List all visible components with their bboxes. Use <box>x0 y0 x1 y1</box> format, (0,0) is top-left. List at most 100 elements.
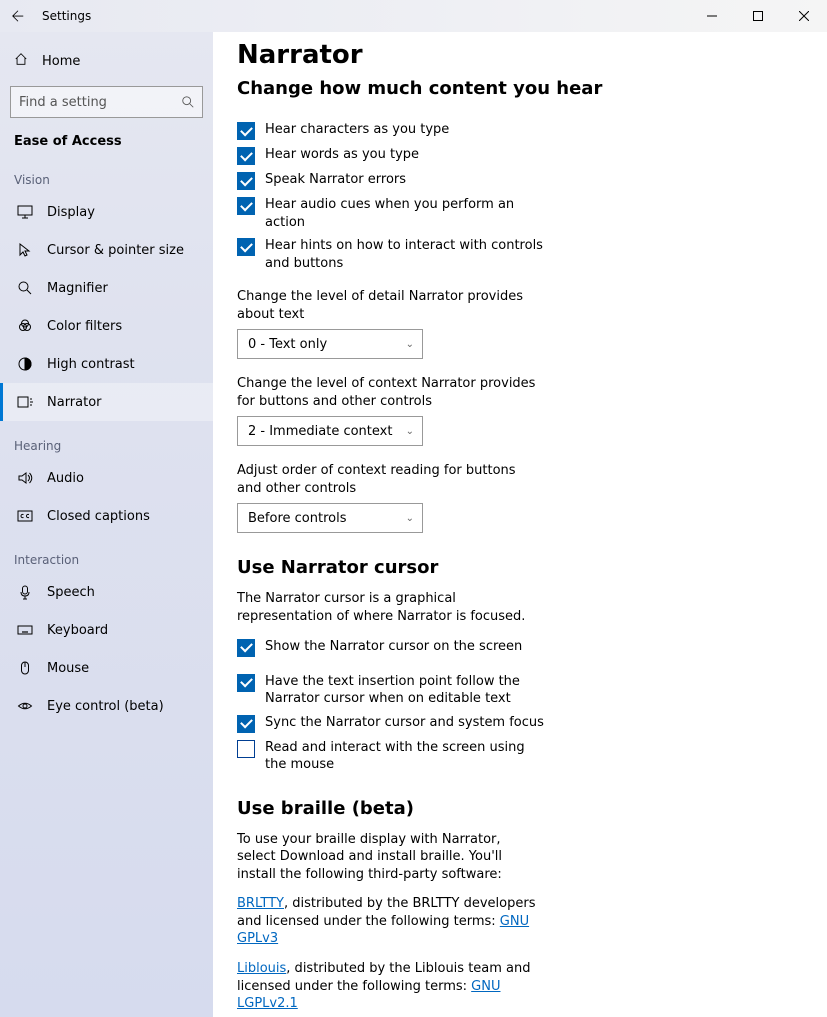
sidebar-group-label: Vision <box>0 155 213 193</box>
hear-option-checkbox[interactable] <box>237 238 255 256</box>
sidebar-item-label: High contrast <box>47 357 135 372</box>
hear-option-label: Hear audio cues when you perform an acti… <box>265 196 547 231</box>
narrator-icon <box>17 394 33 410</box>
titlebar: Settings <box>0 0 827 32</box>
home-icon <box>14 52 28 70</box>
sidebar-item-audio[interactable]: Audio <box>0 459 213 497</box>
sidebar-item-label: Closed captions <box>47 509 150 524</box>
braille-brltty-line: BRLTTY, distributed by the BRLTTY develo… <box>237 895 537 948</box>
hear-option-checkbox[interactable] <box>237 147 255 165</box>
chevron-down-icon: ⌄ <box>406 426 414 437</box>
hear-option-row: Speak Narrator errors <box>237 171 547 190</box>
label-context-order: Adjust order of context reading for butt… <box>237 462 537 497</box>
link-liblouis[interactable]: Liblouis <box>237 961 286 976</box>
sidebar-item-narrator[interactable]: Narrator <box>0 383 213 421</box>
page-title: Narrator <box>237 40 803 70</box>
sidebar-item-cursor[interactable]: Cursor & pointer size <box>0 231 213 269</box>
sidebar-item-colorfilters[interactable]: Color filters <box>0 307 213 345</box>
back-button[interactable] <box>0 0 36 32</box>
cursor-option-checkbox[interactable] <box>237 674 255 692</box>
cursor-option-label: Have the text insertion point follow the… <box>265 673 547 708</box>
sidebar-item-label: Cursor & pointer size <box>47 243 184 258</box>
hear-option-label: Hear words as you type <box>265 146 419 164</box>
sidebar-item-eyecontrol[interactable]: Eye control (beta) <box>0 687 213 725</box>
home-button[interactable]: Home <box>0 42 213 80</box>
hear-option-label: Hear characters as you type <box>265 121 449 139</box>
hear-option-checkbox[interactable] <box>237 122 255 140</box>
sidebar-item-label: Eye control (beta) <box>47 699 164 714</box>
sidebar-item-cc[interactable]: Closed captions <box>0 497 213 535</box>
chevron-down-icon: ⌄ <box>406 339 414 350</box>
section-braille: Use braille (beta) <box>237 798 803 819</box>
select-value: 0 - Text only <box>248 337 327 352</box>
cursor-option-row: Read and interact with the screen using … <box>237 739 547 774</box>
select-context-level[interactable]: 2 - Immediate context ⌄ <box>237 416 423 446</box>
label-detail-level: Change the level of detail Narrator prov… <box>237 288 537 323</box>
search-input[interactable] <box>10 86 203 118</box>
window-title: Settings <box>42 9 91 23</box>
sidebar-item-label: Speech <box>47 585 95 600</box>
cursor-option-checkbox[interactable] <box>237 639 255 657</box>
hear-option-row: Hear hints on how to interact with contr… <box>237 237 547 272</box>
cursor-option-row: Have the text insertion point follow the… <box>237 673 547 708</box>
close-button[interactable] <box>781 0 827 32</box>
minimize-button[interactable] <box>689 0 735 32</box>
hear-option-row: Hear characters as you type <box>237 121 547 140</box>
sidebar-item-label: Magnifier <box>47 281 108 296</box>
sidebar-item-display[interactable]: Display <box>0 193 213 231</box>
cursor-option-label: Sync the Narrator cursor and system focu… <box>265 714 544 732</box>
sidebar-group-label: Interaction <box>0 535 213 573</box>
colorfilters-icon <box>17 318 33 334</box>
mouse-icon <box>17 660 33 676</box>
select-context-order[interactable]: Before controls ⌄ <box>237 503 423 533</box>
audio-icon <box>17 470 33 486</box>
braille-liblouis-line: Liblouis, distributed by the Liblouis te… <box>237 960 537 1013</box>
sidebar-item-keyboard[interactable]: Keyboard <box>0 611 213 649</box>
cc-icon <box>17 508 33 524</box>
link-brltty[interactable]: BRLTTY <box>237 896 284 911</box>
sidebar-item-label: Keyboard <box>47 623 108 638</box>
hear-option-label: Hear hints on how to interact with contr… <box>265 237 547 272</box>
select-value: Before controls <box>248 511 346 526</box>
label-context-level: Change the level of context Narrator pro… <box>237 375 537 410</box>
section-narrator-cursor: Use Narrator cursor <box>237 557 803 578</box>
content-area: Narrator Change how much content you hea… <box>213 32 827 1017</box>
sidebar-item-speech[interactable]: Speech <box>0 573 213 611</box>
sidebar-item-highcontrast[interactable]: High contrast <box>0 345 213 383</box>
sidebar-group-label: Hearing <box>0 421 213 459</box>
hear-option-label: Speak Narrator errors <box>265 171 406 189</box>
sidebar: Home Ease of Access Vision Display Cursor … <box>0 32 213 1017</box>
cursor-option-checkbox[interactable] <box>237 715 255 733</box>
home-label: Home <box>42 54 80 69</box>
chevron-down-icon: ⌄ <box>406 513 414 524</box>
sidebar-item-label: Mouse <box>47 661 89 676</box>
select-value: 2 - Immediate context <box>248 424 392 439</box>
magnifier-icon <box>17 280 33 296</box>
search-icon <box>181 94 195 113</box>
keyboard-icon <box>17 622 33 638</box>
cursor-icon <box>17 242 33 258</box>
cursor-option-row: Sync the Narrator cursor and system focu… <box>237 714 547 733</box>
window-controls <box>689 0 827 32</box>
sidebar-item-label: Audio <box>47 471 84 486</box>
select-detail-level[interactable]: 0 - Text only ⌄ <box>237 329 423 359</box>
cursor-option-label: Read and interact with the screen using … <box>265 739 547 774</box>
highcontrast-icon <box>17 356 33 372</box>
hear-option-row: Hear audio cues when you perform an acti… <box>237 196 547 231</box>
speech-icon <box>17 584 33 600</box>
sidebar-item-label: Color filters <box>47 319 122 334</box>
sidebar-item-label: Display <box>47 205 95 220</box>
monitor-icon <box>17 204 33 220</box>
cursor-option-checkbox[interactable] <box>237 740 255 758</box>
cursor-option-label: Show the Narrator cursor on the screen <box>265 638 522 656</box>
sidebar-item-magnifier[interactable]: Magnifier <box>0 269 213 307</box>
braille-intro: To use your braille display with Narrato… <box>237 831 537 884</box>
eye-icon <box>17 698 33 714</box>
cursor-option-row: Show the Narrator cursor on the screen <box>237 638 547 657</box>
section-content-hear: Change how much content you hear <box>237 78 803 99</box>
hear-option-checkbox[interactable] <box>237 197 255 215</box>
maximize-button[interactable] <box>735 0 781 32</box>
sidebar-item-mouse[interactable]: Mouse <box>0 649 213 687</box>
hear-option-checkbox[interactable] <box>237 172 255 190</box>
category-label: Ease of Access <box>0 130 213 155</box>
